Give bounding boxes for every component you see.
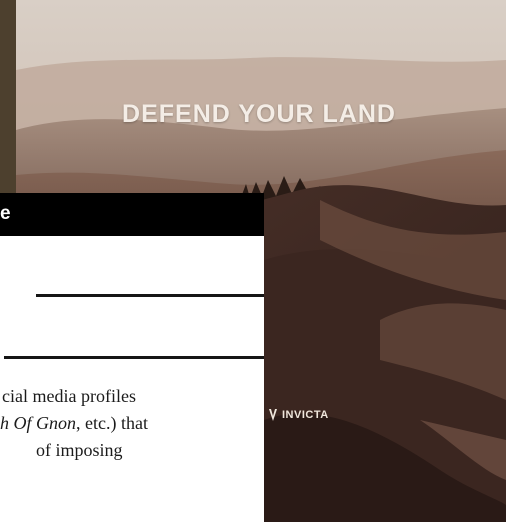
- card-header-title: e: [0, 203, 11, 224]
- poster-brand: INVICTA: [268, 408, 329, 422]
- body-line-2-group: h Of Gnon, etc.) that: [0, 410, 148, 437]
- card-header: e: [0, 193, 264, 236]
- body-line-2-italic: h Of Gnon: [0, 413, 76, 433]
- body-line-3-text: of imposing: [36, 440, 123, 460]
- poster-headline: DEFEND YOUR LAND: [122, 100, 396, 128]
- content-card: e cial media profiles h Of Gnon, etc.) t…: [0, 193, 264, 522]
- body-line-1-text: cial media profiles: [2, 386, 136, 406]
- invicta-logo-icon: [269, 409, 277, 421]
- input-underline-2[interactable]: [0, 356, 264, 359]
- page: DEFEND YOUR LAND INVICTA e cial media pr…: [0, 0, 506, 522]
- input-underline-1[interactable]: [0, 294, 264, 297]
- body-line-2: h Of Gnon, etc.) that: [0, 410, 264, 437]
- poster-brand-text: INVICTA: [282, 409, 329, 421]
- body-line-1: cial media profiles: [0, 383, 264, 410]
- body-line-2-text: , etc.) that: [76, 413, 148, 433]
- article-body-text: cial media profiles h Of Gnon, etc.) tha…: [0, 383, 264, 464]
- body-line-3: of imposing: [0, 437, 264, 464]
